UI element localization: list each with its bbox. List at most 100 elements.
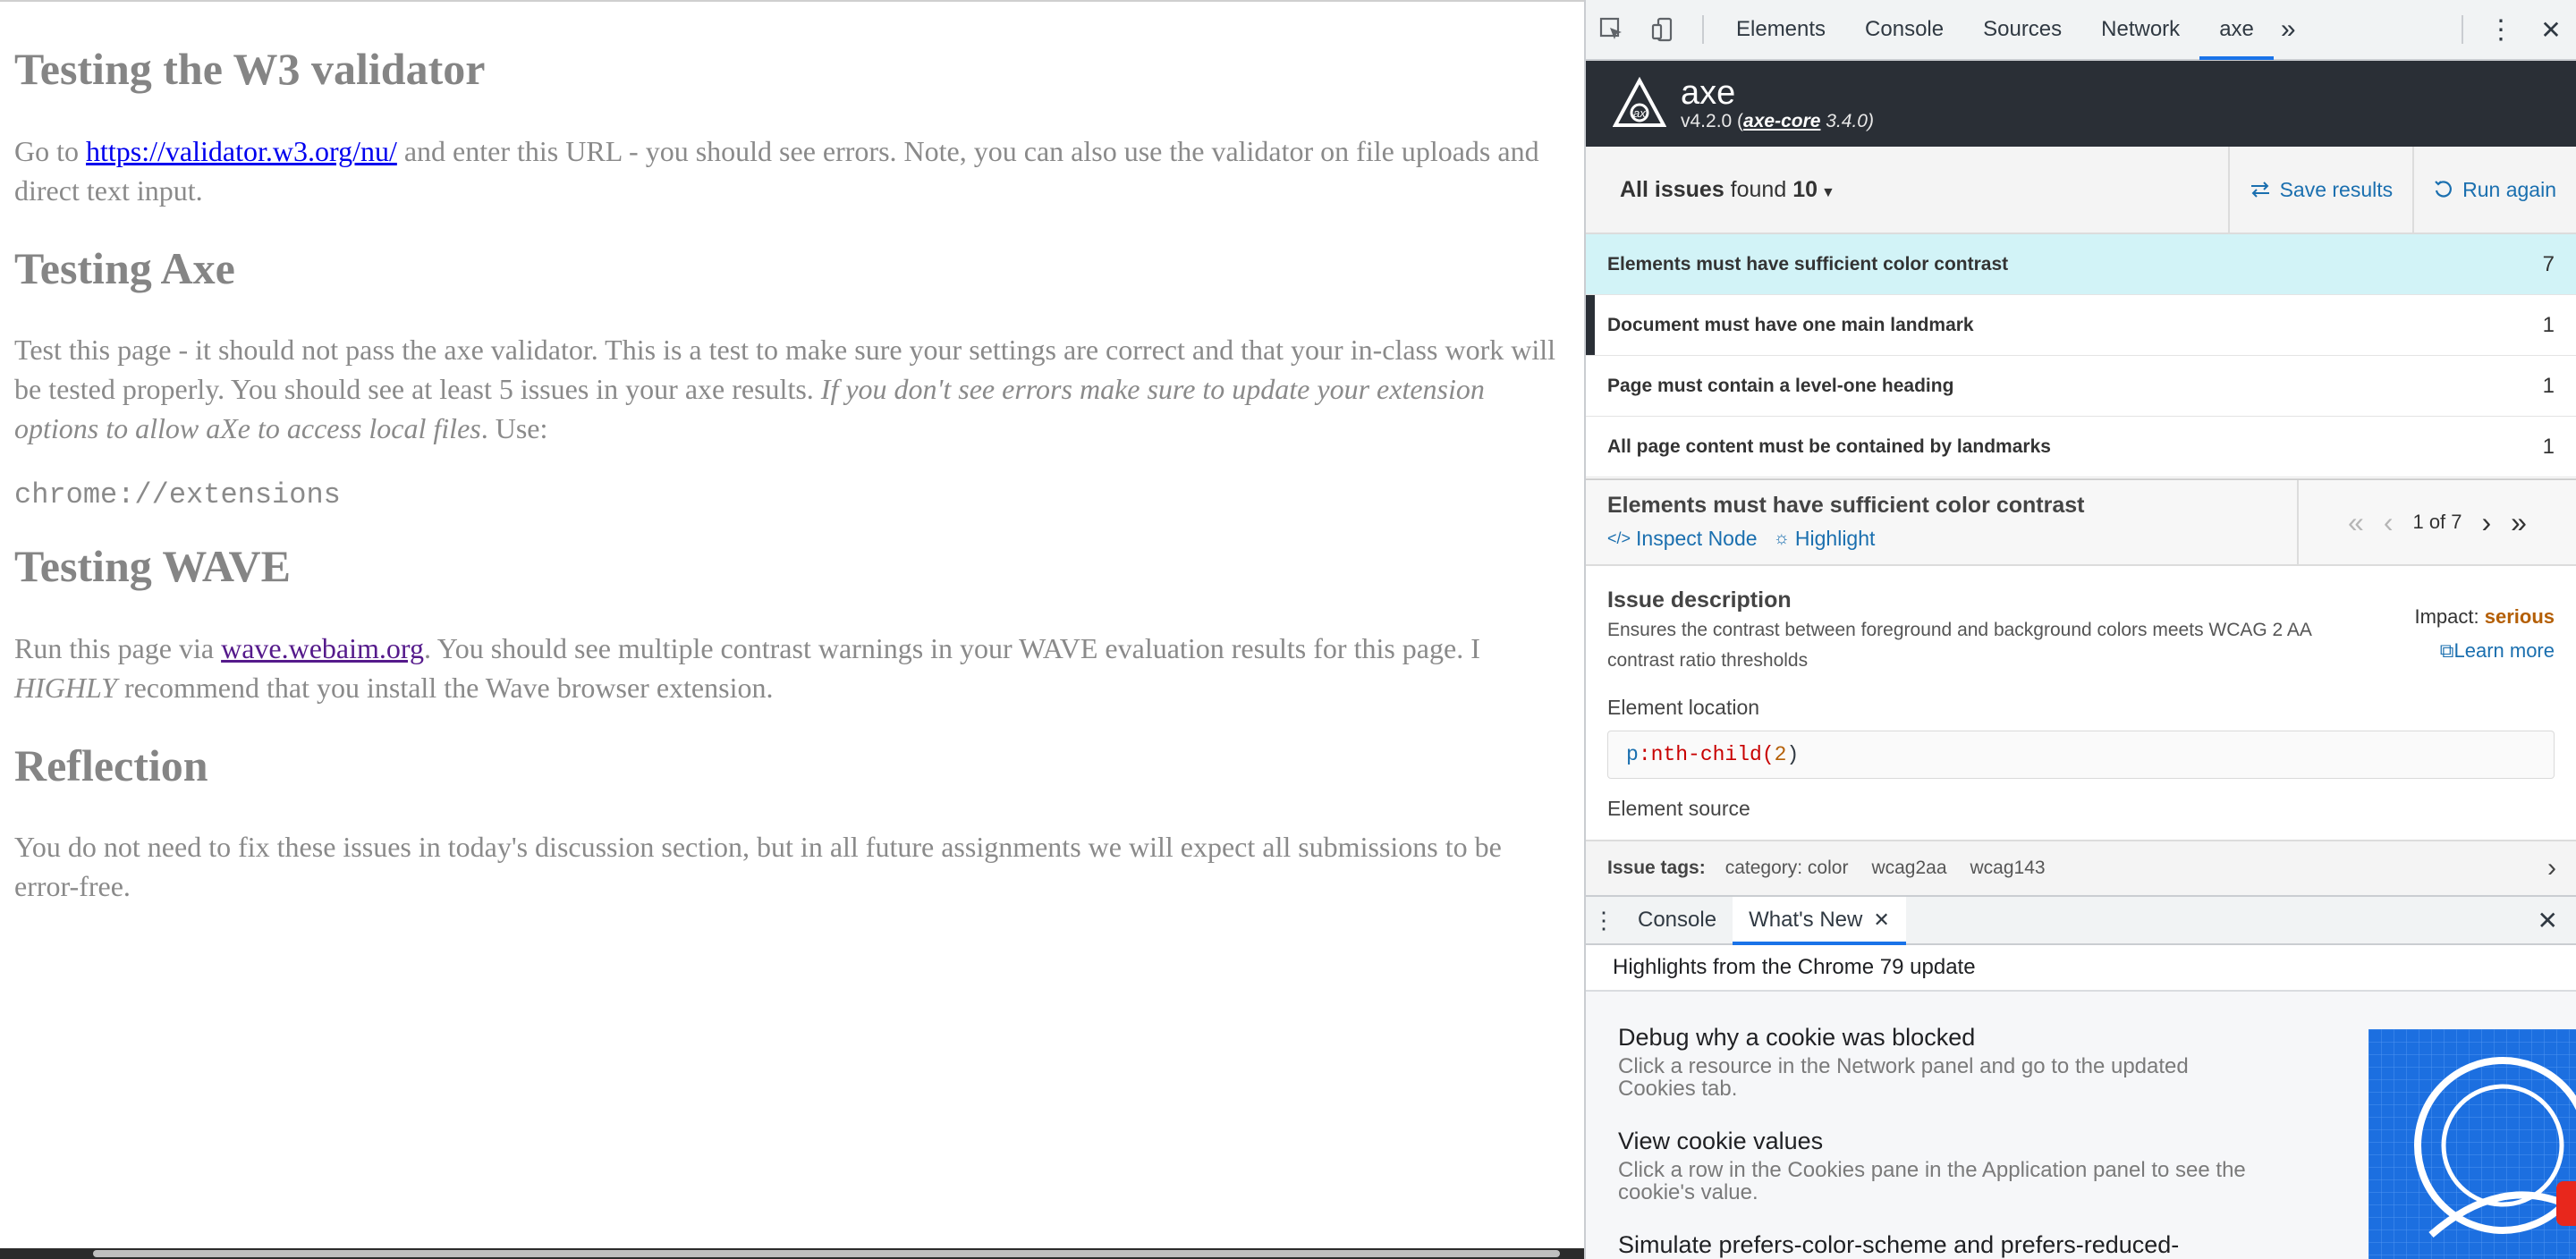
axe-logo-icon: ax [1613, 77, 1666, 127]
issue-label: Elements must have sufficient color cont… [1607, 253, 2009, 275]
heading-w3: Testing the W3 validator [14, 44, 486, 94]
whats-new-item-desc: Click a resource in the Network panel an… [1618, 1054, 2189, 1101]
inspect-node-button[interactable]: </> Inspect Node [1607, 527, 1758, 551]
whats-new-item[interactable]: Simulate prefers-color-scheme and prefer… [1618, 1231, 2262, 1259]
issue-label: Page must contain a level-one heading [1607, 375, 1954, 396]
inspect-element-icon[interactable] [1586, 0, 1638, 60]
svg-text:ax: ax [1633, 106, 1646, 120]
code-icon: </> [1607, 529, 1631, 547]
device-toolbar-icon[interactable] [1638, 0, 1690, 60]
wave-link[interactable]: wave.webaim.org [221, 632, 424, 664]
issues-filter-dropdown[interactable]: All issues found 10 ▼ [1586, 177, 1835, 203]
learn-more-link[interactable]: ⧉Learn more [2414, 634, 2555, 668]
tab-elements[interactable]: Elements [1716, 0, 1845, 60]
axe-text-end: . Use: [480, 412, 548, 444]
whats-new-item-title: Simulate prefers-color-scheme and prefer… [1618, 1231, 2180, 1258]
close-devtools-icon[interactable]: ✕ [2526, 0, 2576, 60]
tab-axe[interactable]: axe [2199, 0, 2274, 60]
issue-count: 1 [2542, 434, 2555, 459]
close-drawer-icon[interactable]: ✕ [2538, 906, 2558, 935]
whats-new-body: Debug why a cookie was blocked Click a r… [1586, 992, 2576, 1259]
heading-axe: Testing Axe [14, 242, 235, 293]
issue-tag: wcag143 [1970, 858, 2046, 878]
w3-text-before: Go to [14, 134, 86, 167]
refresh-icon [2435, 181, 2453, 198]
save-results-label: Save results [2279, 177, 2394, 201]
next-page-icon[interactable]: › [2482, 506, 2492, 539]
learn-more-label: Learn more [2453, 639, 2555, 662]
extensions-code: chrome://extensions [14, 478, 341, 511]
issue-detail-title: Elements must have sufficient color cont… [1607, 493, 2085, 518]
issues-summary-bar: All issues found 10 ▼ Save results Run ag… [1586, 147, 2576, 234]
issue-description-heading: Issue description [1607, 587, 1792, 613]
code-end: ) [1786, 743, 1800, 766]
wave-text-before: Run this page via [14, 631, 222, 664]
devtools-tabbar: Elements Console Sources Network axe » ⋮… [1586, 0, 2576, 61]
impact-label: Impact: [2414, 605, 2485, 628]
issue-tags-bar[interactable]: Issue tags: category: color wcag2aa wcag… [1586, 840, 2576, 895]
axe-core-version: 3.4.0) [1820, 111, 1874, 131]
paragraph-axe: Test this page - it should not pass the … [14, 330, 1571, 448]
issue-row[interactable]: Page must contain a level-one heading 1 [1586, 356, 2576, 417]
element-location-code[interactable]: p:nth-child(2) [1607, 731, 2555, 779]
axe-header: ax axe v4.2.0 (axe-core 3.4.0) [1586, 61, 2576, 147]
prev-page-icon[interactable]: ‹ [2384, 506, 2394, 539]
wave-text-italic: HIGHLY [14, 671, 117, 704]
heading-wave: Testing WAVE [14, 541, 291, 591]
whats-new-heading: Highlights from the Chrome 79 update [1586, 945, 2576, 992]
whats-new-item[interactable]: View cookie values Click a row in the Co… [1618, 1128, 2262, 1204]
drawer-tab-label: What's New [1749, 908, 1863, 932]
drawer-tabbar: ⋮ Console What's New ✕ ✕ [1586, 895, 2576, 945]
devtools-panel: Elements Console Sources Network axe » ⋮… [1584, 0, 2576, 1259]
issues-found-text: found [1724, 176, 1793, 202]
chrome-79-graphic [2368, 1029, 2576, 1259]
validator-link[interactable]: https://validator.w3.org/nu/ [86, 135, 397, 167]
run-again-label: Run again [2462, 177, 2556, 201]
scrollbar-thumb[interactable] [93, 1250, 1560, 1257]
tab-sources[interactable]: Sources [1963, 0, 2081, 60]
last-page-icon[interactable]: » [2511, 506, 2527, 539]
issue-label: All page content must be contained by la… [1607, 435, 2051, 457]
run-again-button[interactable]: Run again [2412, 147, 2576, 232]
whats-new-item-title: Debug why a cookie was blocked [1618, 1024, 1976, 1051]
code-pseudo: :nth-child( [1638, 743, 1775, 766]
highlight-button[interactable]: ☼ Highlight [1774, 527, 1876, 551]
tab-console[interactable]: Console [1845, 0, 1963, 60]
impact-value: serious [2484, 605, 2555, 628]
issue-row[interactable]: Document must have one main landmark 1 [1586, 295, 2576, 356]
whats-new-item-title: View cookie values [1618, 1128, 1824, 1154]
code-arg: 2 [1774, 743, 1787, 766]
tabbar-separator [1702, 15, 1704, 44]
drawer-menu-icon[interactable]: ⋮ [1586, 907, 1622, 934]
tab-network[interactable]: Network [2081, 0, 2199, 60]
chevron-right-icon[interactable]: › [2547, 853, 2556, 883]
axe-core-link[interactable]: axe-core [1743, 111, 1820, 131]
issue-detail-header: Elements must have sufficient color cont… [1586, 478, 2576, 566]
save-results-button[interactable]: Save results [2227, 147, 2413, 232]
pager-position: 1 of 7 [2412, 511, 2462, 533]
issue-row[interactable]: Elements must have sufficient color cont… [1586, 234, 2576, 295]
web-page: Testing the W3 validator Go to https://v… [0, 0, 1584, 1259]
swap-icon [2250, 182, 2269, 198]
paragraph-wave: Run this page via wave.webaim.org. You s… [14, 629, 1571, 707]
axe-title: axe [1681, 74, 1736, 112]
issue-row[interactable]: All page content must be contained by la… [1586, 417, 2576, 477]
drawer-tab-console[interactable]: Console [1622, 897, 1733, 943]
drawer-tab-whats-new[interactable]: What's New ✕ [1733, 897, 1906, 945]
horizontal-scrollbar[interactable] [0, 1248, 1584, 1259]
whats-new-item[interactable]: Debug why a cookie was blocked Click a r… [1618, 1024, 2262, 1100]
issue-count: 7 [2542, 251, 2555, 276]
axe-version-text: v4.2.0 ( [1681, 111, 1744, 131]
issue-list: Elements must have sufficient color cont… [1586, 234, 2576, 477]
kebab-menu-icon[interactable]: ⋮ [2476, 0, 2526, 60]
close-tab-icon[interactable]: ✕ [1873, 908, 1889, 932]
issues-count: 10 [1792, 176, 1818, 202]
issues-filter-label: All issues [1620, 176, 1724, 202]
element-location-label: Element location [1607, 696, 1760, 719]
highlight-label: Highlight [1794, 527, 1876, 550]
first-page-icon[interactable]: « [2348, 506, 2364, 539]
more-tabs-icon[interactable]: » [2274, 0, 2303, 60]
issue-tag: wcag2aa [1871, 858, 1947, 878]
issue-description: Ensures the contrast between foreground … [1607, 620, 2311, 671]
highlight-icon: ☼ [1773, 528, 1790, 548]
